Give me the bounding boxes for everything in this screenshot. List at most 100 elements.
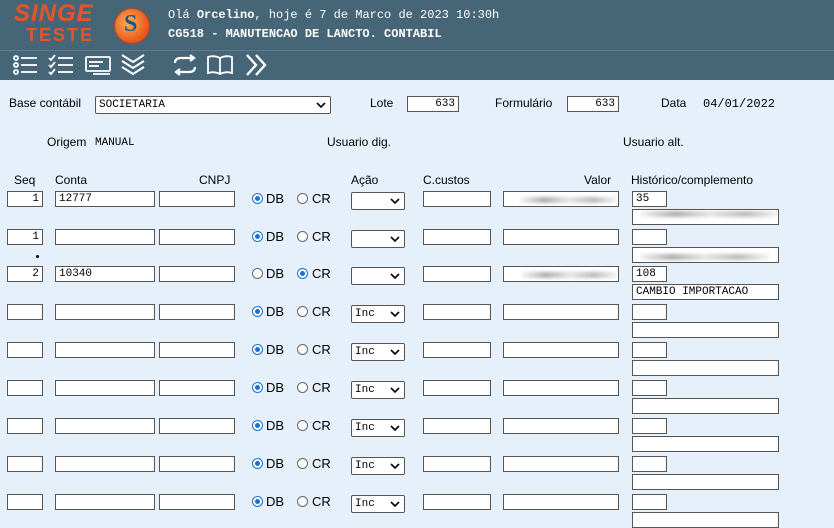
cnpj-field[interactable] — [159, 380, 235, 396]
valor-field[interactable] — [503, 380, 619, 396]
acao-select[interactable]: Inc — [351, 457, 405, 475]
cr-radio[interactable] — [297, 382, 308, 393]
ccustos-field[interactable] — [423, 380, 491, 396]
card-icon[interactable] — [85, 54, 111, 76]
cr-radio[interactable] — [297, 268, 308, 279]
cr-radio[interactable] — [297, 420, 308, 431]
chevrons-down-icon[interactable] — [120, 54, 146, 76]
seq-field[interactable] — [7, 342, 43, 358]
cnpj-field[interactable] — [159, 456, 235, 472]
checklist-icon[interactable] — [48, 54, 74, 76]
db-radio[interactable] — [252, 231, 263, 242]
ccustos-field[interactable] — [423, 229, 491, 245]
complemento-field[interactable]: CAMBIO IMPORTACAO — [632, 284, 779, 300]
valor-field[interactable] — [503, 229, 619, 245]
formulario-field[interactable]: 633 — [567, 96, 619, 112]
base-select[interactable]: SOCIETARIA — [95, 96, 331, 114]
cnpj-field[interactable] — [159, 342, 235, 358]
cr-radio[interactable] — [297, 306, 308, 317]
ccustos-field[interactable] — [423, 304, 491, 320]
db-radio[interactable] — [252, 458, 263, 469]
valor-field[interactable] — [503, 342, 619, 358]
db-radio[interactable] — [252, 420, 263, 431]
historico-code-field[interactable] — [632, 494, 667, 510]
cnpj-field[interactable] — [159, 229, 235, 245]
ccustos-field[interactable] — [423, 494, 491, 510]
conta-field[interactable] — [55, 304, 155, 320]
cnpj-field[interactable] — [159, 304, 235, 320]
redacted-value — [522, 272, 618, 278]
valor-field[interactable] — [503, 418, 619, 434]
ccustos-field[interactable] — [423, 456, 491, 472]
cr-radio[interactable] — [297, 193, 308, 204]
cnpj-field[interactable] — [159, 191, 235, 207]
historico-code-field[interactable]: 108 — [632, 266, 667, 282]
acao-select[interactable]: Inc — [351, 305, 405, 323]
db-radio[interactable] — [252, 496, 263, 507]
seq-field[interactable]: 1 — [7, 229, 43, 245]
seq-field[interactable] — [7, 380, 43, 396]
cr-radio[interactable] — [297, 496, 308, 507]
seq-field[interactable] — [7, 456, 43, 472]
db-radio[interactable] — [252, 306, 263, 317]
acao-select[interactable]: Inc — [351, 495, 405, 513]
acao-select[interactable]: Inc — [351, 419, 405, 437]
ccustos-field[interactable] — [423, 342, 491, 358]
historico-code-field[interactable]: 35 — [632, 191, 667, 207]
historico-code-field[interactable] — [632, 229, 667, 245]
acao-select[interactable] — [351, 230, 405, 248]
historico-code-field[interactable] — [632, 456, 667, 472]
db-radio[interactable] — [252, 344, 263, 355]
ccustos-field[interactable] — [423, 191, 491, 207]
db-radio[interactable] — [252, 193, 263, 204]
ccustos-field[interactable] — [423, 266, 491, 282]
historico-code-field[interactable] — [632, 380, 667, 396]
valor-field[interactable] — [503, 494, 619, 510]
complemento-field[interactable] — [632, 512, 779, 528]
acao-select[interactable]: Inc — [351, 381, 405, 399]
acao-select[interactable]: Inc — [351, 343, 405, 361]
db-radio[interactable] — [252, 268, 263, 279]
seq-field[interactable] — [7, 494, 43, 510]
col-conta: Conta — [55, 173, 88, 187]
db-label: DB — [266, 418, 285, 433]
conta-field[interactable] — [55, 418, 155, 434]
ccustos-field[interactable] — [423, 418, 491, 434]
acao-select[interactable] — [351, 267, 405, 285]
db-radio[interactable] — [252, 382, 263, 393]
book-icon[interactable] — [207, 54, 233, 76]
complemento-field[interactable] — [632, 398, 779, 414]
conta-field[interactable]: 10340 — [55, 266, 155, 282]
cnpj-field[interactable] — [159, 494, 235, 510]
seq-field[interactable] — [7, 304, 43, 320]
conta-field[interactable]: 12777 — [55, 191, 155, 207]
seq-field[interactable]: 2 — [7, 266, 43, 282]
complemento-field[interactable] — [632, 360, 779, 376]
conta-field[interactable] — [55, 229, 155, 245]
sync-icon[interactable] — [172, 54, 198, 76]
valor-field[interactable] — [503, 304, 619, 320]
conta-field[interactable] — [55, 494, 155, 510]
acao-select[interactable] — [351, 192, 405, 210]
historico-code-field[interactable] — [632, 304, 667, 320]
complemento-field[interactable] — [632, 322, 779, 338]
cnpj-field[interactable] — [159, 418, 235, 434]
complemento-field[interactable] — [632, 474, 779, 490]
cr-label: CR — [312, 266, 331, 281]
seq-field[interactable]: 1 — [7, 191, 43, 207]
complemento-field[interactable] — [632, 436, 779, 452]
cr-radio[interactable] — [297, 458, 308, 469]
cr-radio[interactable] — [297, 231, 308, 242]
valor-field[interactable] — [503, 456, 619, 472]
historico-code-field[interactable] — [632, 342, 667, 358]
list-icon[interactable] — [12, 54, 38, 76]
cnpj-field[interactable] — [159, 266, 235, 282]
chevrons-right-icon[interactable] — [244, 54, 270, 76]
conta-field[interactable] — [55, 342, 155, 358]
conta-field[interactable] — [55, 380, 155, 396]
historico-code-field[interactable] — [632, 418, 667, 434]
cr-radio[interactable] — [297, 344, 308, 355]
lote-field[interactable]: 633 — [407, 96, 459, 112]
seq-field[interactable] — [7, 418, 43, 434]
conta-field[interactable] — [55, 456, 155, 472]
